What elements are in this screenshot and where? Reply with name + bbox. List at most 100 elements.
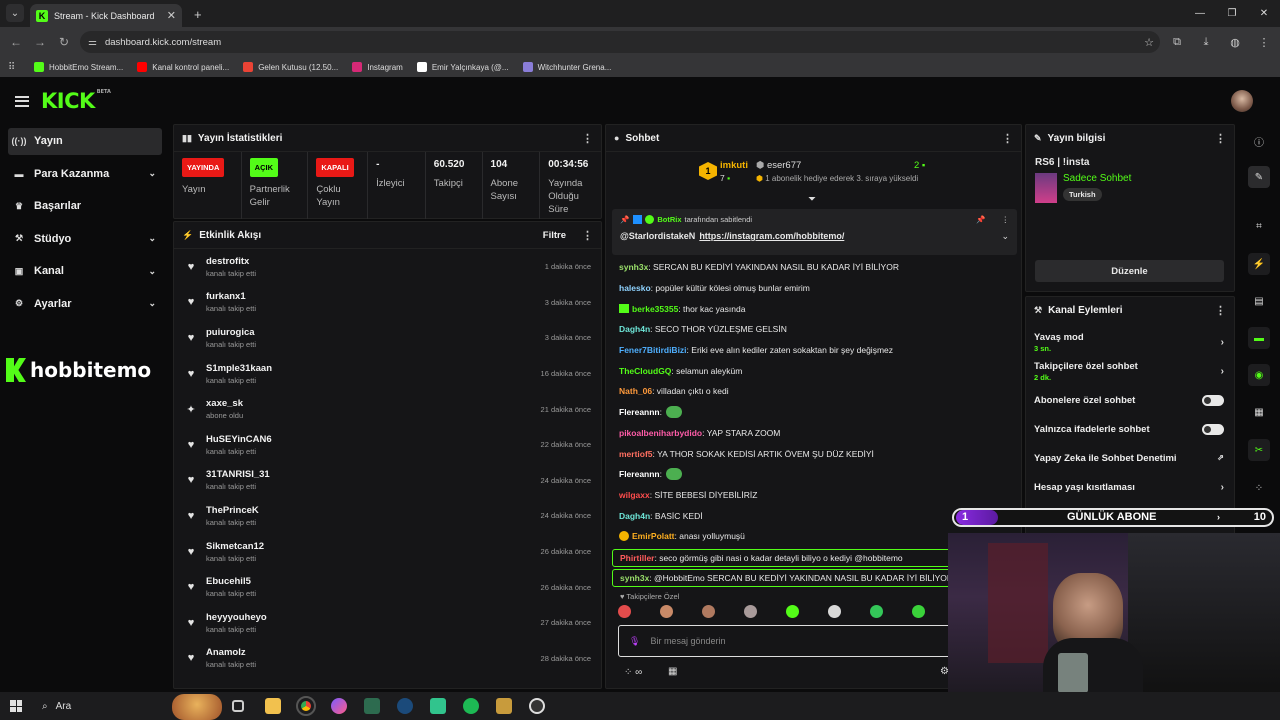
kick-logo[interactable]: KICK BETA bbox=[41, 89, 111, 113]
info-icon[interactable]: ⓘ bbox=[1248, 130, 1270, 152]
chat-message[interactable]: Dagh4n: SECO THOR YÜZLEŞME GELSİN bbox=[612, 319, 1016, 340]
category-name[interactable]: Sadece Sohbet bbox=[1063, 173, 1131, 184]
close-tab-icon[interactable]: ✕ bbox=[167, 9, 176, 22]
chat-username[interactable]: Dagh4n bbox=[619, 324, 650, 334]
close-window-icon[interactable]: ✕ bbox=[1248, 0, 1280, 27]
download-icon[interactable]: ⤓ bbox=[1198, 34, 1214, 50]
url-field[interactable]: ⚌ dashboard.kick.com/stream ☆ bbox=[80, 31, 1160, 53]
chat-username[interactable]: Fener7BitirdiBizi bbox=[619, 345, 687, 355]
activity-item[interactable]: ♥ 31TANRISI_31 kanalı takip etti 24 daki… bbox=[174, 463, 601, 499]
channel-action-item[interactable]: Hesap yaşı kısıtlaması › bbox=[1026, 473, 1234, 502]
site-info-icon[interactable]: ⚌ bbox=[88, 37, 97, 48]
browser-tab[interactable]: K Stream - Kick Dashboard ✕ bbox=[30, 4, 182, 27]
bookmark-star-icon[interactable]: ☆ bbox=[1144, 36, 1154, 49]
microphone-icon[interactable]: 🎙 bbox=[629, 636, 640, 647]
obs-icon[interactable] bbox=[529, 698, 545, 714]
chat-username[interactable]: mertiof5 bbox=[619, 449, 653, 459]
chat-message[interactable]: halesko: popüler kültür kölesi olmuş bun… bbox=[612, 278, 1016, 299]
chat-username[interactable]: synh3x bbox=[620, 573, 649, 583]
apps-grid-icon[interactable]: ⠿ bbox=[8, 62, 22, 73]
spotify-icon[interactable] bbox=[463, 698, 479, 714]
chat-username[interactable]: halesko bbox=[619, 283, 651, 293]
language-tag[interactable]: Turkish bbox=[1063, 188, 1102, 201]
activity-item[interactable]: ♥ Sikmetcan12 kanalı takip etti 26 dakik… bbox=[174, 534, 601, 570]
xbox-icon[interactable] bbox=[364, 698, 380, 714]
more-options-icon[interactable]: ⋮ bbox=[1002, 215, 1010, 224]
sidebar-item[interactable]: ▣ Kanal ⌄ bbox=[8, 258, 162, 285]
activity-item[interactable]: ♥ heyyyouheyo kanalı takip etti 27 dakik… bbox=[174, 605, 601, 641]
chat-message[interactable]: pikoalbeniharbydido: YAP STARA ZOOM bbox=[612, 423, 1016, 444]
edit-button[interactable]: Düzenle bbox=[1035, 260, 1224, 282]
gift-leaderboard[interactable]: 1 imkuti 7 ▪ ⬢ eser677 2 ▪ ⬢ 1 abonelik … bbox=[606, 152, 1021, 205]
activity-item[interactable]: ♥ destrofitx kanalı takip etti 1 dakika … bbox=[174, 249, 601, 285]
chat-username[interactable]: EmirPolatt bbox=[632, 531, 675, 541]
emote-icon[interactable] bbox=[786, 605, 799, 618]
chat-username[interactable]: berke35355 bbox=[632, 304, 678, 314]
taskbar-widget[interactable] bbox=[172, 694, 222, 720]
chat-username[interactable]: Flereannn bbox=[619, 469, 660, 479]
filter-button[interactable]: Filtre bbox=[543, 230, 566, 241]
chat-message[interactable]: wilgaxx: SİTE BEBESİ DİYEBİLİRİZ bbox=[612, 485, 1016, 506]
more-options-icon[interactable]: ⋮ bbox=[582, 132, 593, 145]
extensions-icon[interactable]: ⧉ bbox=[1169, 34, 1185, 50]
sidebar-item[interactable]: ((·)) Yayın bbox=[8, 128, 162, 155]
sidebar-item[interactable]: ⚙ Ayarlar ⌄ bbox=[8, 291, 162, 318]
connections-icon[interactable]: ⁘ bbox=[1248, 477, 1270, 499]
chat-username[interactable]: Phirtiller bbox=[620, 553, 654, 563]
activity-item[interactable]: ♥ S1mple31kaan kanalı takip etti 16 daki… bbox=[174, 356, 601, 392]
emote-icon[interactable] bbox=[744, 605, 757, 618]
emote-icon[interactable] bbox=[702, 605, 715, 618]
capture-icon[interactable]: ⌗ bbox=[1248, 215, 1270, 237]
emote-icon[interactable] bbox=[870, 605, 883, 618]
channel-action-item[interactable]: Yavaş mod 3 sn. › bbox=[1026, 328, 1234, 357]
activity-item[interactable]: ♥ Ebucehil5 kanalı takip etti 26 dakika … bbox=[174, 569, 601, 605]
more-options-icon[interactable]: ⋮ bbox=[1215, 304, 1226, 317]
chevron-down-icon[interactable]: ⏷ bbox=[808, 194, 816, 205]
reload-icon[interactable]: ↻ bbox=[52, 35, 76, 49]
chat-message[interactable]: Flereannn: bbox=[612, 402, 1016, 423]
chat-message[interactable]: TheCloudGQ: selamun aleyküm bbox=[612, 360, 1016, 381]
new-tab-button[interactable]: + bbox=[194, 7, 202, 22]
lightning-icon[interactable]: ⚡ bbox=[1248, 253, 1270, 275]
activity-item[interactable]: ♥ furkanx1 kanalı takip etti 3 dakika ön… bbox=[174, 285, 601, 321]
sidebar-item[interactable]: ♛ Başarılar bbox=[8, 193, 162, 220]
pencil-icon[interactable]: ✎ bbox=[1248, 166, 1270, 188]
activity-item[interactable]: ♥ puiurogica kanalı takip etti 3 dakika … bbox=[174, 320, 601, 356]
chat-username[interactable]: Nath_06 bbox=[619, 386, 652, 396]
emote-icon[interactable] bbox=[618, 605, 631, 618]
bookmark-item[interactable]: Gelen Kutusu (12.50... bbox=[243, 62, 338, 72]
back-icon[interactable]: ← bbox=[4, 35, 28, 49]
chat-username[interactable]: wilgaxx bbox=[619, 490, 650, 500]
emote-icon[interactable] bbox=[660, 605, 673, 618]
profile-icon[interactable]: ◍ bbox=[1227, 34, 1243, 50]
channel-action-item[interactable]: Abonelere özel sohbet bbox=[1026, 386, 1234, 415]
activity-item[interactable]: ✦ xaxe_sk abone oldu 21 dakika önce bbox=[174, 391, 601, 427]
channel-action-item[interactable]: Yalnızca ifadelerle sohbet bbox=[1026, 415, 1234, 444]
league-icon[interactable] bbox=[496, 698, 512, 714]
chat-message[interactable]: Flereannn: bbox=[612, 464, 1016, 485]
channel-action-item[interactable]: Yapay Zeka ile Sohbet Denetimi ⇗ bbox=[1026, 444, 1234, 473]
messenger-icon[interactable] bbox=[331, 698, 347, 714]
activity-item[interactable]: ♥ Anamolz kanalı takip etti 28 dakika ön… bbox=[174, 641, 601, 677]
emote-icon[interactable] bbox=[912, 605, 925, 618]
chevron-down-icon[interactable]: ⌄ bbox=[1001, 231, 1009, 242]
emote-icon[interactable] bbox=[828, 605, 841, 618]
chat-bubble-icon[interactable]: ▬ bbox=[1248, 327, 1270, 349]
bookmark-item[interactable]: Instagram bbox=[352, 62, 403, 72]
chat-message[interactable]: mertiof5: YA THOR SOKAK KEDİSİ ARTIK ÖVE… bbox=[612, 443, 1016, 464]
chat-username[interactable]: Flereannn bbox=[619, 407, 660, 417]
channel-action-item[interactable]: Takipçilere özel sohbet 2 dk. › bbox=[1026, 357, 1234, 386]
user-avatar[interactable] bbox=[1231, 90, 1253, 112]
layout-icon[interactable]: ▦ bbox=[1248, 401, 1270, 423]
chat-message[interactable]: berke35355: thor kac yasında bbox=[612, 298, 1016, 319]
taskbar-search[interactable]: ⌕ Ara bbox=[42, 701, 71, 712]
windows-start-icon[interactable] bbox=[10, 700, 22, 712]
chat-username[interactable]: pikoalbeniharbydido bbox=[619, 428, 702, 438]
browser-menu-icon[interactable]: ⋮ bbox=[1256, 34, 1272, 50]
chat-message[interactable]: Nath_06: villadan çıktı o kedi bbox=[612, 381, 1016, 402]
store-icon[interactable]: ▦ bbox=[668, 666, 677, 677]
forward-icon[interactable]: → bbox=[28, 35, 52, 49]
chat-username[interactable]: Dagh4n bbox=[619, 511, 650, 521]
activity-item[interactable]: ♥ HuSEYinCAN6 kanalı takip etti 22 dakik… bbox=[174, 427, 601, 463]
chat-username[interactable]: TheCloudGQ bbox=[619, 366, 671, 376]
